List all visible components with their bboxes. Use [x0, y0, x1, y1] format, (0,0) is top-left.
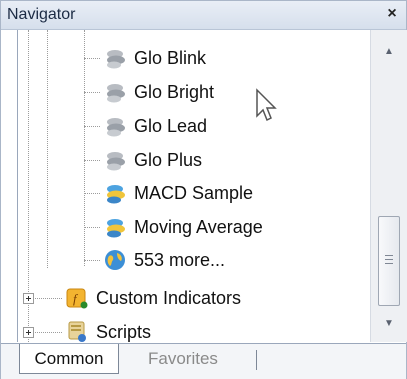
tree-item-label: Custom Indicators	[96, 287, 242, 308]
tree-item-glo-lead[interactable]: Glo Lead	[102, 110, 207, 142]
tree-item-label: Glo Lead	[134, 115, 208, 136]
close-button[interactable]: ×	[384, 5, 400, 23]
tree-connector	[84, 260, 100, 261]
vertical-scrollbar[interactable]: ▲ ▼	[370, 30, 407, 342]
tree-connector	[84, 58, 100, 59]
navigator-titlebar: Navigator ×	[1, 1, 406, 30]
gray-indicator-icon	[107, 50, 125, 69]
gray-indicator-icon	[107, 152, 125, 171]
tree-item-label: Scripts	[96, 321, 152, 342]
tree-item-label: Glo Bright	[134, 81, 215, 102]
expand-toggle[interactable]	[23, 327, 34, 338]
panel-title: Navigator	[7, 6, 76, 23]
tree-item-glo-blink[interactable]: Glo Blink	[102, 42, 206, 74]
custom-indicators-icon: f	[66, 288, 88, 309]
tree-connector	[84, 92, 100, 93]
navigator-panel: Navigator × Glo Blink Glo Bright Glo Lea…	[0, 0, 407, 379]
scroll-up-arrow-icon[interactable]: ▲	[371, 38, 407, 66]
tree-item-more[interactable]: 553 more...	[102, 244, 225, 276]
scroll-down-arrow-icon[interactable]: ▼	[371, 310, 407, 338]
tree-guide-line	[84, 30, 85, 266]
tree-item-label: 553 more...	[134, 249, 226, 270]
tree-guide-line	[47, 30, 48, 268]
tree-item-label: MACD Sample	[134, 182, 254, 203]
folder-custom-indicators[interactable]: f Custom Indicators	[64, 282, 241, 314]
tree-item-label: Glo Plus	[134, 149, 203, 170]
navigator-tree: Glo Blink Glo Bright Glo Lead Glo Plus M…	[17, 30, 370, 342]
mouse-cursor-icon	[256, 88, 277, 122]
tree-connector	[84, 193, 100, 194]
tree-connector	[84, 126, 100, 127]
tab-separator	[256, 350, 257, 370]
tree-item-macd-sample[interactable]: MACD Sample	[102, 177, 253, 209]
tree-item-label: Glo Blink	[134, 47, 207, 68]
gray-indicator-icon	[107, 84, 125, 103]
tree-item-moving-average[interactable]: Moving Average	[102, 211, 263, 243]
gray-indicator-icon	[107, 118, 125, 137]
scripts-icon	[68, 321, 86, 342]
globe-icon	[105, 250, 125, 270]
tree-connector	[84, 160, 100, 161]
tab-favorites[interactable]: Favorites	[138, 344, 228, 374]
folder-scripts[interactable]: Scripts	[64, 316, 151, 342]
navigator-tabbar: Common Favorites	[1, 343, 406, 379]
tree-item-label: Moving Average	[134, 216, 263, 237]
blue-yellow-indicator-icon	[107, 185, 125, 204]
scroll-thumb[interactable]	[378, 216, 400, 306]
tree-item-glo-plus[interactable]: Glo Plus	[102, 144, 202, 176]
grip-line	[385, 259, 393, 260]
grip-line	[385, 255, 393, 256]
blue-yellow-indicator-icon	[107, 219, 125, 238]
tree-connector	[84, 227, 100, 228]
tree-item-glo-bright[interactable]: Glo Bright	[102, 76, 214, 108]
tab-common[interactable]: Common	[19, 344, 119, 374]
expand-toggle[interactable]	[23, 293, 34, 304]
grip-line	[385, 263, 393, 264]
